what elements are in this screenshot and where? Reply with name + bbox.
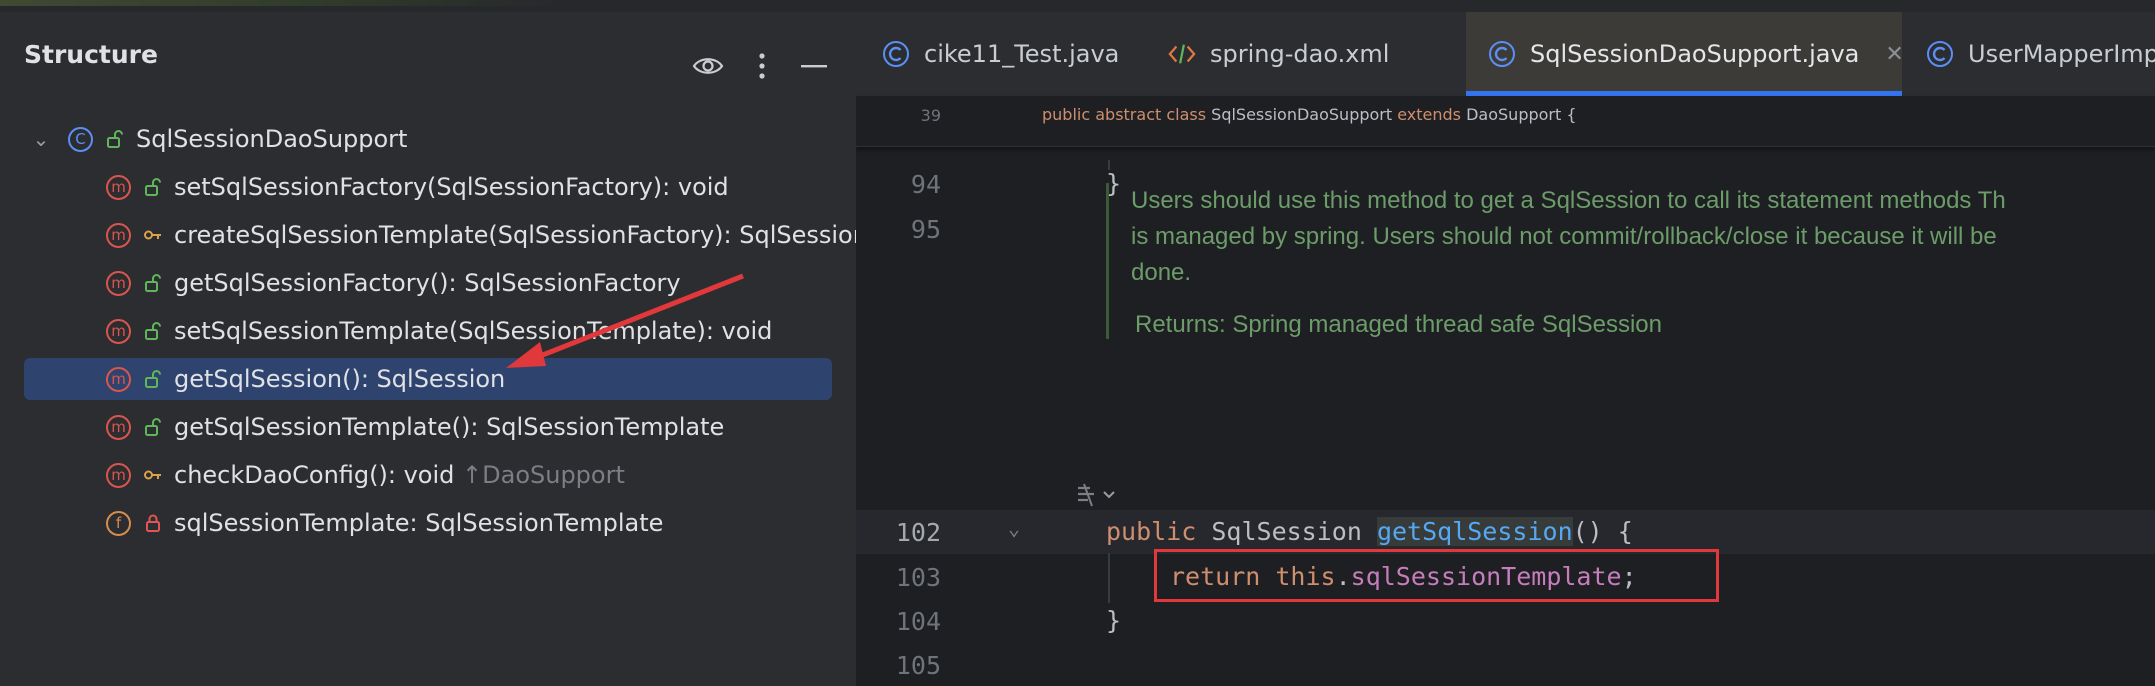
red-arrow-annotation [506,273,744,368]
